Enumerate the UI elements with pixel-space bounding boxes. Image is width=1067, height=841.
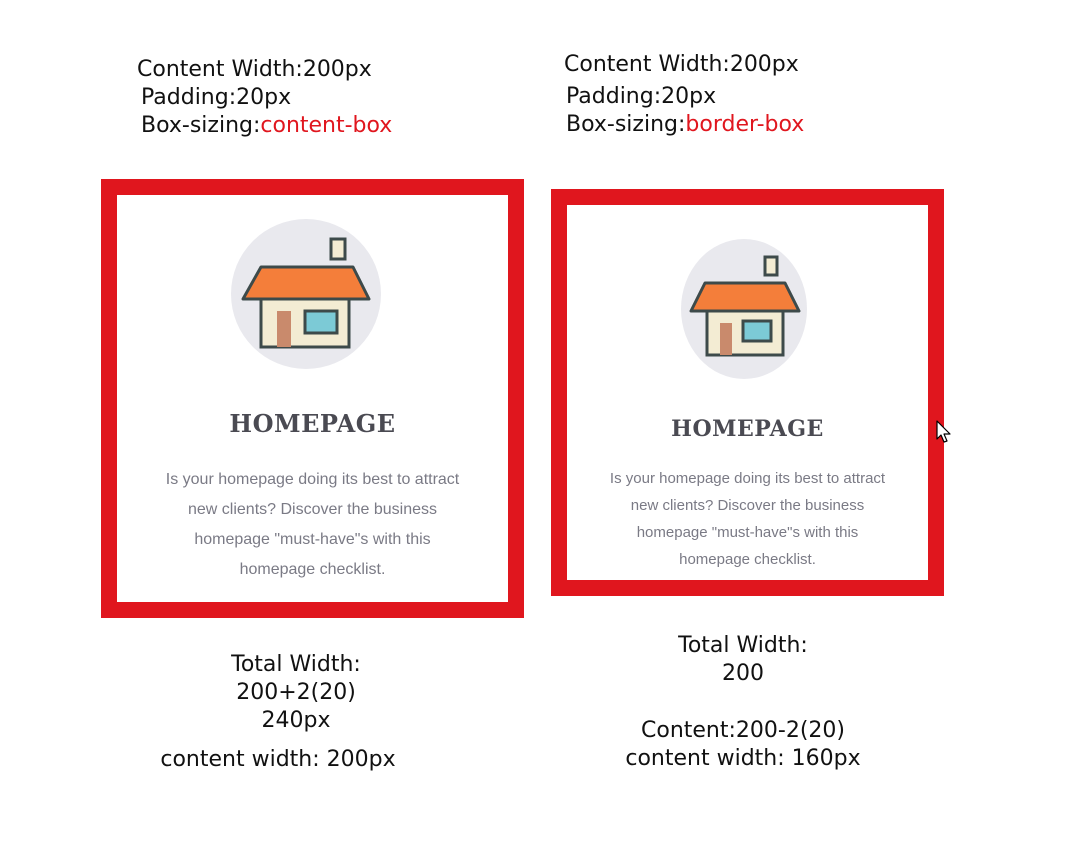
right-content-width-label: Content Width:200px	[564, 52, 799, 77]
card-text-line: homepage "must-have"s with this	[636, 524, 859, 541]
right-padding-label: Padding:20px	[566, 84, 717, 109]
right-box-sizing-value: border-box	[685, 112, 805, 137]
card-description: Is your homepage doing its best to attra…	[581, 465, 914, 573]
left-total-width-result: 240px	[261, 708, 331, 733]
right-total-width: Total Width: 200	[643, 632, 843, 688]
left-total-width: Total Width: 200+2(20) 240px	[196, 651, 396, 735]
mouse-cursor-icon	[936, 420, 951, 443]
left-content-width-label: Content Width:200px	[137, 57, 372, 82]
left-total-width-formula: 200+2(20)	[236, 680, 356, 705]
right-content-width-note: Content:200-2(20) content width: 160px	[603, 717, 883, 773]
right-content-formula: Content:200-2(20)	[641, 718, 845, 743]
left-padding-label: Padding:20px	[141, 85, 292, 110]
right-box-sizing-key: Box-sizing:	[566, 112, 686, 137]
left-header: Content Width:200px Padding:20px Box-siz…	[137, 56, 392, 140]
left-box-sizing-key: Box-sizing:	[141, 113, 261, 138]
left-box-sizing-label: Box-sizing:content-box	[137, 112, 392, 140]
card-text-line: Is your homepage doing its best to attra…	[609, 470, 886, 487]
right-total-width-heading: Total Width:	[678, 633, 808, 658]
border-box-card: HOMEPAGE Is your homepage doing its best…	[551, 189, 944, 596]
left-content-width-summary: content width: 200px	[160, 747, 396, 772]
card-text-line: new clients? Discover the business	[187, 501, 437, 518]
left-content-width-note: content width: 200px	[140, 746, 416, 774]
content-box-card: HOMEPAGE Is your homepage doing its best…	[101, 179, 524, 618]
left-total-width-heading: Total Width:	[231, 652, 361, 677]
house-illustration	[689, 255, 801, 357]
card-text-line: homepage checklist.	[679, 551, 816, 568]
right-header: Content Width:200px Padding:20px Box-siz…	[564, 51, 804, 139]
right-total-width-value: 200	[722, 661, 764, 686]
card-text-line: new clients? Discover the business	[630, 497, 865, 514]
card-title: HOMEPAGE	[229, 409, 396, 438]
right-content-width-summary: content width: 160px	[625, 746, 861, 771]
card-text-line: homepage checklist.	[239, 561, 386, 578]
card-text-line: Is your homepage doing its best to attra…	[165, 471, 460, 488]
card-text-line: homepage "must-have"s with this	[194, 531, 431, 548]
card-title: HOMEPAGE	[671, 416, 824, 442]
house-illustration	[241, 237, 371, 349]
left-box-sizing-value: content-box	[260, 113, 393, 138]
house-icon	[231, 219, 381, 369]
card-description: Is your homepage doing its best to attra…	[137, 465, 488, 585]
right-box-sizing-label: Box-sizing:border-box	[564, 111, 804, 139]
house-icon	[681, 239, 807, 379]
